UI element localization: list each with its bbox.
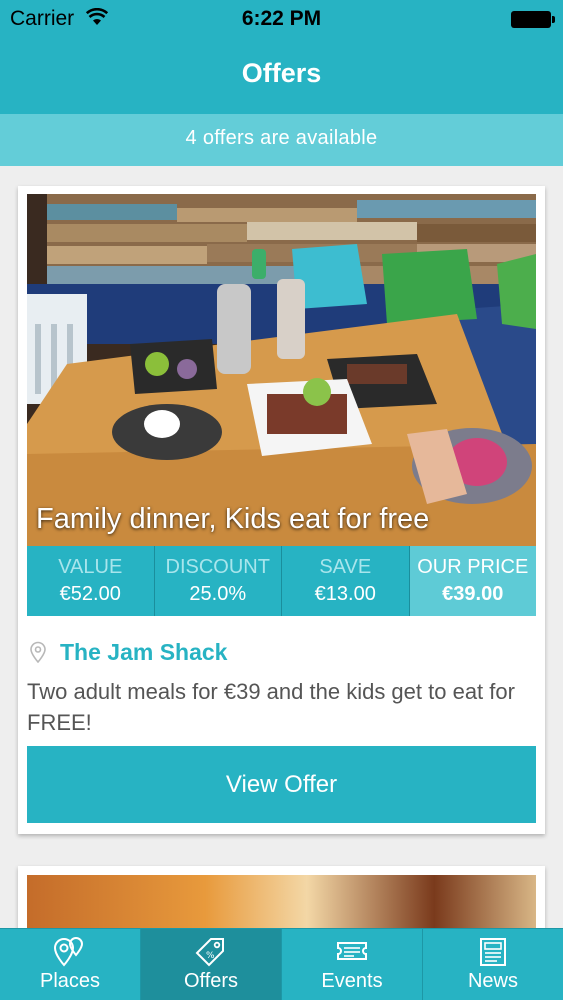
page-title: Offers: [241, 58, 322, 88]
price-value: €39.00: [442, 583, 504, 605]
battery-icon: [511, 11, 555, 28]
tab-bar: Places % Offers Events News: [0, 928, 563, 1000]
tab-news[interactable]: News: [423, 929, 563, 1000]
offer-photo[interactable]: Family dinner, Kids eat for free: [27, 194, 536, 546]
newspaper-icon: [480, 938, 506, 966]
tab-label: Offers: [183, 970, 239, 992]
venue-link[interactable]: The Jam Shack: [28, 638, 227, 666]
offers-count-banner: 4 offers are available: [0, 114, 563, 166]
offer-description: Two adult meals for €39 and the kids get…: [27, 679, 515, 735]
price-value: 25.0%: [189, 583, 247, 605]
ticket-icon: [337, 942, 367, 960]
tab-label: News: [467, 970, 518, 992]
tab-label: Events: [321, 970, 383, 992]
offer-card[interactable]: [18, 866, 545, 936]
venue-name: The Jam Shack: [60, 638, 228, 665]
tab-events[interactable]: Events: [282, 929, 423, 1000]
price-cell-our-price: OUR PRICE €39.00: [409, 546, 536, 616]
tab-places[interactable]: Places: [0, 929, 141, 1000]
price-label: VALUE: [58, 556, 123, 578]
price-label: OUR PRICE: [417, 556, 529, 578]
offer-photo[interactable]: [27, 875, 536, 935]
price-breakdown: VALUE €52.00 DISCOUNT 25.0% SAVE €13.00 …: [27, 546, 536, 616]
price-label: DISCOUNT: [165, 556, 270, 578]
view-offer-button[interactable]: View Offer: [27, 746, 536, 823]
offers-count-text: 4 offers are available: [185, 127, 378, 149]
svg-text:%: %: [206, 951, 215, 961]
offer-card[interactable]: Family dinner, Kids eat for free VALUE €…: [18, 186, 545, 834]
price-tag-icon: %: [195, 938, 224, 967]
tab-offers[interactable]: % Offers: [141, 929, 282, 1000]
map-pin-icon: [53, 937, 84, 967]
price-cell-value: VALUE €52.00: [27, 546, 155, 616]
status-bar: Carrier 6:22 PM: [0, 0, 563, 40]
price-cell-save: SAVE €13.00: [282, 546, 410, 616]
price-value: €13.00: [314, 583, 376, 605]
clock: 6:22 PM: [241, 7, 322, 30]
price-cell-discount: DISCOUNT 25.0%: [154, 546, 282, 616]
navigation-bar: Offers: [0, 40, 563, 114]
location-pin-icon: [30, 641, 46, 663]
price-label: SAVE: [319, 556, 372, 578]
tab-label: Places: [39, 970, 101, 992]
offer-title: Family dinner, Kids eat for free: [36, 503, 430, 535]
price-value: €52.00: [59, 583, 121, 605]
